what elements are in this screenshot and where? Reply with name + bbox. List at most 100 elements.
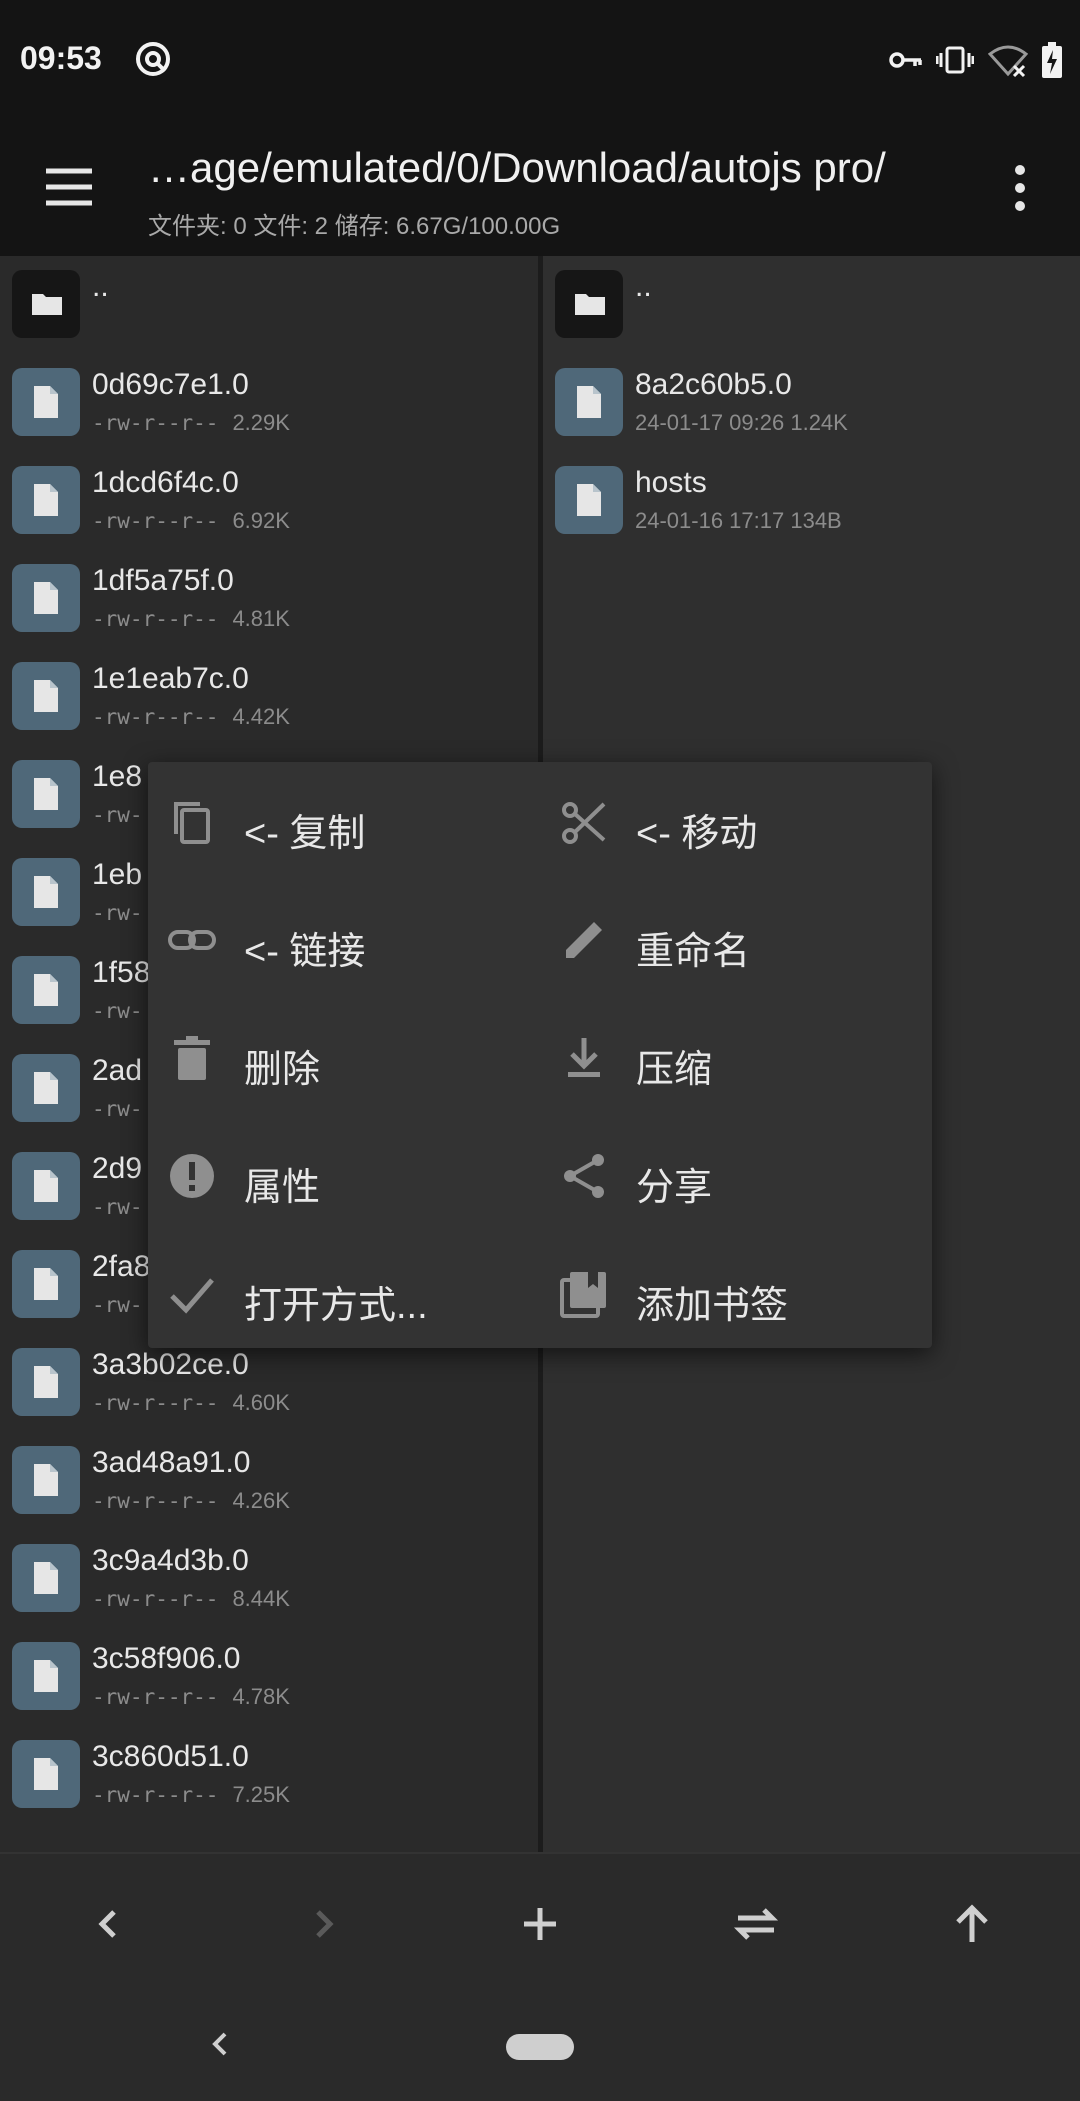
status-time: 09:53	[20, 40, 102, 76]
file-icon	[12, 662, 80, 730]
link-icon	[168, 930, 216, 950]
file-name: 3a3b02ce.0	[92, 1348, 249, 1381]
file-name: 1f58	[92, 956, 151, 989]
file-permissions: -rw-r--r--	[92, 411, 219, 435]
menu-item-compress-download[interactable]: 压缩	[540, 998, 932, 1116]
file-row[interactable]: 1dcd6f4c.0 -rw-r--r-- 6.92K	[0, 452, 538, 550]
cut-icon	[562, 802, 606, 844]
file-permissions: -rw-r--r--	[92, 1783, 219, 1807]
file-permissions: -rw-	[92, 803, 143, 827]
hamburger-menu-icon[interactable]	[40, 158, 98, 216]
file-icon	[12, 1446, 80, 1514]
delete-icon	[174, 1036, 210, 1080]
menu-item-check[interactable]: 打开方式...	[148, 1234, 540, 1352]
parent-folder-row[interactable]: ..	[543, 256, 1080, 354]
menu-item-label: 重命名	[636, 931, 751, 973]
file-name: 1e1eab7c.0	[92, 662, 249, 695]
menu-item-delete[interactable]: 删除	[148, 998, 540, 1116]
file-meta: -rw-	[92, 1194, 157, 1220]
file-name: 3c9a4d3b.0	[92, 1544, 249, 1577]
file-permissions: -rw-	[92, 1097, 143, 1121]
parent-folder-row[interactable]: ..	[0, 256, 538, 354]
file-meta: -rw-r--r-- 4.81K	[92, 606, 290, 632]
file-permissions: -rw-r--r--	[92, 1685, 219, 1709]
file-row[interactable]: 3c860d51.0 -rw-r--r-- 7.25K	[0, 1726, 538, 1824]
menu-item-label: 属性	[244, 1167, 321, 1209]
menu-item-share[interactable]: 分享	[540, 1116, 932, 1234]
file-row[interactable]: 1e1eab7c.0 -rw-r--r-- 4.42K	[0, 648, 538, 746]
file-name: 2d9	[92, 1152, 143, 1185]
file-date: 24-01-17 09:26	[635, 410, 791, 435]
file-permissions: -rw-	[92, 999, 143, 1023]
file-row[interactable]: 8a2c60b5.0 24-01-17 09:26 1.24K	[543, 354, 1080, 452]
folder-icon	[12, 270, 80, 338]
nav-back-icon[interactable]	[200, 2024, 240, 2064]
menu-item-edit-pencil[interactable]: 重命名	[540, 880, 932, 998]
file-name: 2fa8	[92, 1250, 151, 1283]
menu-item-label: 删除	[244, 1049, 321, 1091]
file-meta: -rw-r--r-- 7.25K	[92, 1782, 290, 1808]
info-icon	[170, 1154, 214, 1198]
storage-stats: 文件夹: 0 文件: 2 储存: 6.67G/100.00G	[148, 213, 561, 240]
file-meta: -rw-r--r-- 2.29K	[92, 410, 290, 436]
file-permissions: -rw-r--r--	[92, 705, 219, 729]
file-permissions: -rw-r--r--	[92, 607, 219, 631]
menu-item-label: 压缩	[636, 1049, 713, 1091]
file-row[interactable]: 3c58f906.0 -rw-r--r-- 4.78K	[0, 1628, 538, 1726]
menu-item-label: <- 链接	[244, 931, 366, 973]
file-row[interactable]: 0d69c7e1.0 -rw-r--r-- 2.29K	[0, 354, 538, 452]
menu-item-label: 添加书签	[636, 1285, 789, 1327]
file-size: 2.29K	[232, 410, 290, 435]
menu-item-label: 分享	[636, 1167, 713, 1209]
file-permissions: -rw-	[92, 1195, 143, 1219]
file-size: 4.26K	[232, 1488, 290, 1513]
file-size: 4.42K	[232, 704, 290, 729]
file-row[interactable]: 1df5a75f.0 -rw-r--r-- 4.81K	[0, 550, 538, 648]
menu-item-label: 打开方式...	[244, 1285, 428, 1327]
file-permissions: -rw-r--r--	[92, 1391, 219, 1415]
menu-item-link[interactable]: <- 链接	[148, 880, 540, 998]
file-date: 24-01-16 17:17	[635, 508, 791, 533]
vibrate-icon	[936, 46, 974, 74]
file-size: 4.60K	[232, 1390, 290, 1415]
more-vert-icon[interactable]	[1000, 158, 1040, 218]
menu-item-info[interactable]: 属性	[148, 1116, 540, 1234]
file-meta: -rw-r--r-- 4.42K	[92, 704, 290, 730]
back-arrow-icon[interactable]	[78, 1894, 138, 1954]
file-size: 4.81K	[232, 606, 290, 631]
file-meta: 24-01-16 17:17 134B	[635, 508, 842, 534]
menu-item-bookmark[interactable]: 添加书签	[540, 1234, 932, 1352]
menu-item-cut[interactable]: <- 移动	[540, 762, 932, 880]
file-name: 1eb	[92, 858, 143, 891]
menu-item-copy[interactable]: <- 复制	[148, 762, 540, 880]
up-arrow-icon[interactable]	[942, 1894, 1002, 1954]
file-name: 1dcd6f4c.0	[92, 466, 239, 499]
file-name: 3ad48a91.0	[92, 1446, 251, 1479]
file-permissions: -rw-r--r--	[92, 1587, 219, 1611]
file-icon	[555, 466, 623, 534]
file-name: 0d69c7e1.0	[92, 368, 249, 401]
file-permissions: -rw-	[92, 901, 143, 925]
swap-icon[interactable]	[726, 1894, 786, 1954]
edit-pencil-icon	[566, 922, 602, 958]
home-pill[interactable]	[506, 2034, 574, 2060]
menu-item-label: <- 复制	[244, 813, 366, 855]
file-meta: 24-01-17 09:26 1.24K	[635, 410, 848, 436]
bottom-action-bar	[0, 1852, 1080, 1992]
file-size: 7.25K	[232, 1782, 290, 1807]
file-row[interactable]: hosts 24-01-16 17:17 134B	[543, 452, 1080, 550]
file-permissions: -rw-r--r--	[92, 509, 219, 533]
current-path: …age/emulated/0/Download/autojs pro/	[148, 144, 886, 191]
system-nav-bar	[0, 1992, 1080, 2101]
compress-download-icon	[568, 1038, 600, 1077]
forward-arrow-icon[interactable]	[294, 1894, 354, 1954]
file-size: 1.24K	[790, 410, 848, 435]
battery-charging-icon	[1042, 42, 1062, 78]
file-row[interactable]: 3c9a4d3b.0 -rw-r--r-- 8.44K	[0, 1530, 538, 1628]
add-icon[interactable]	[510, 1894, 570, 1954]
file-meta: -rw-	[92, 1292, 157, 1318]
file-row[interactable]: 3ad48a91.0 -rw-r--r-- 4.26K	[0, 1432, 538, 1530]
file-name: 3c58f906.0	[92, 1642, 241, 1675]
file-icon	[12, 1054, 80, 1122]
wifi-off-icon	[988, 45, 1028, 78]
